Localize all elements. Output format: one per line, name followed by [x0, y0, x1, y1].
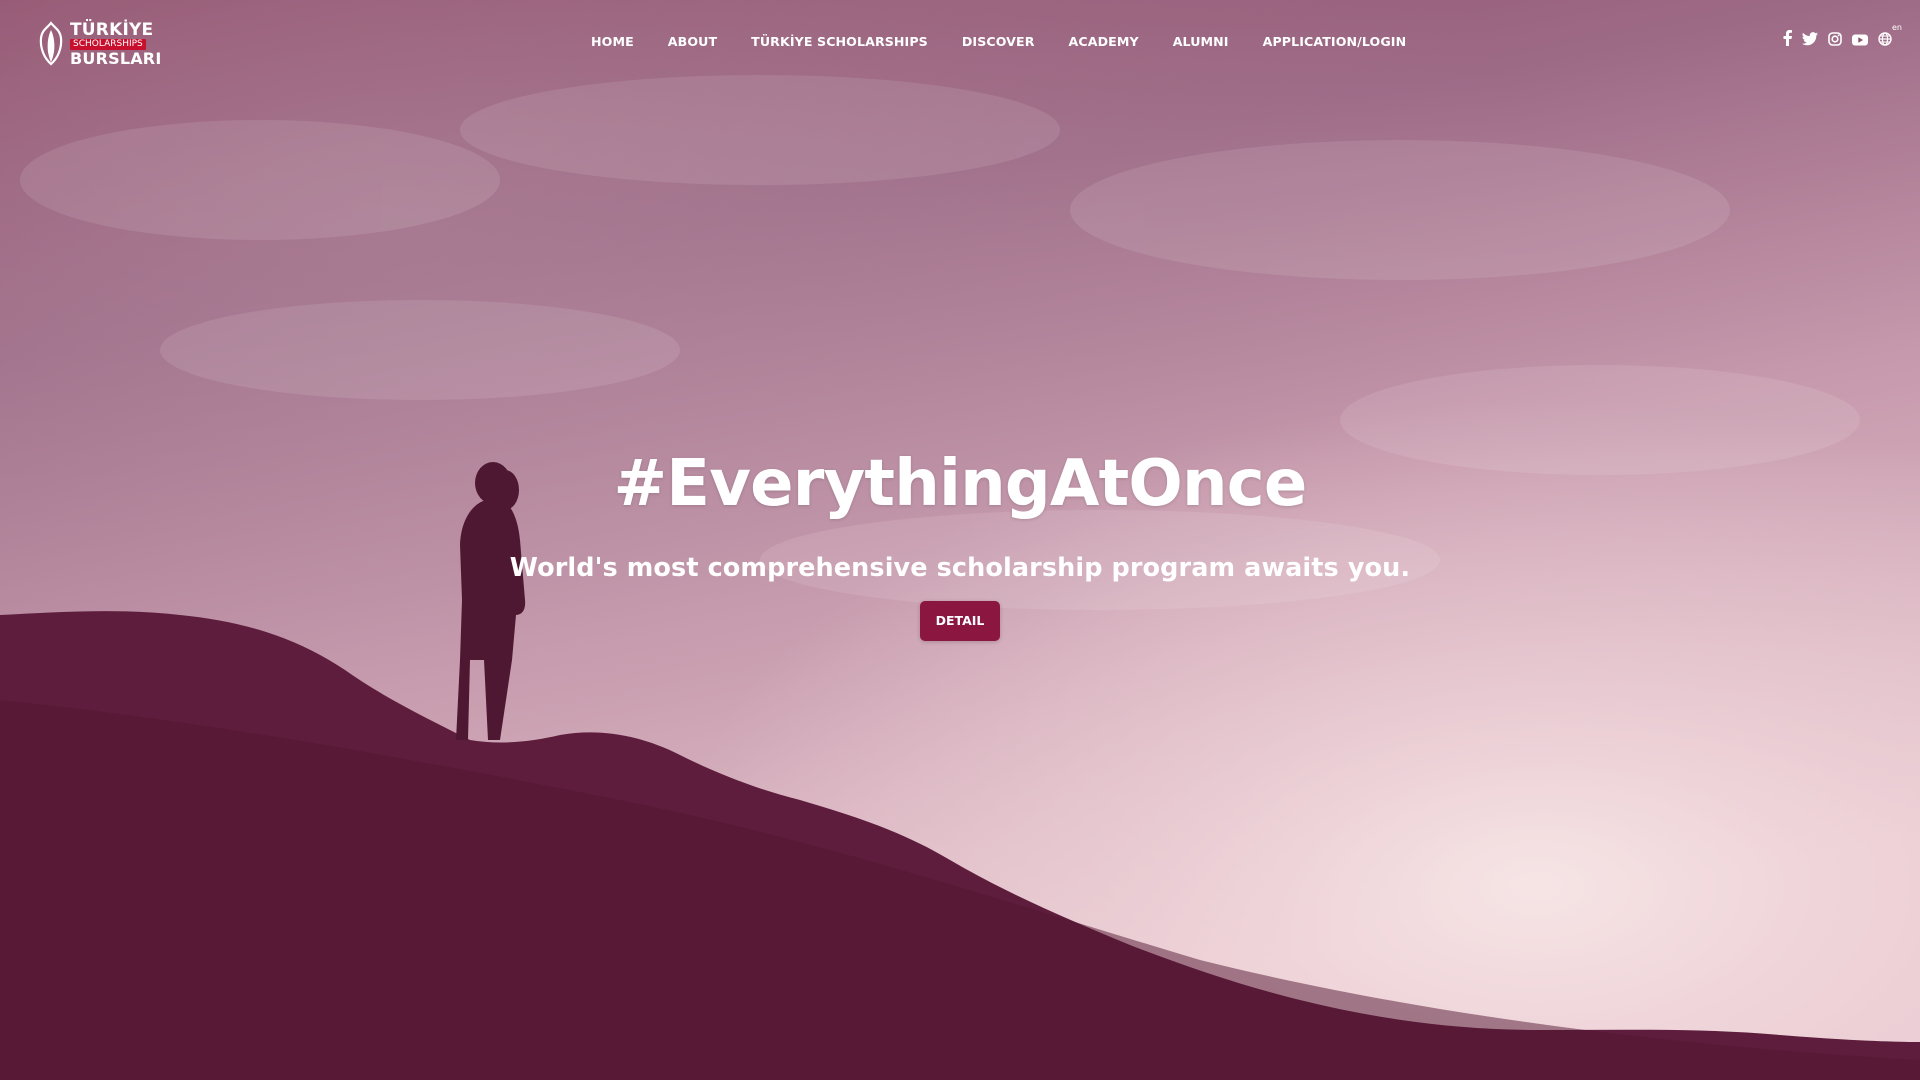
brand-line-1: TÜRKİYE: [70, 20, 154, 40]
globe-icon: [1878, 31, 1892, 46]
instagram-icon[interactable]: [1828, 31, 1842, 50]
language-code: en: [1892, 22, 1902, 32]
nav-item-application-login[interactable]: APPLICATION/LOGIN: [1263, 34, 1407, 49]
twitter-icon[interactable]: [1802, 31, 1818, 50]
detail-button[interactable]: DETAIL: [920, 601, 1000, 641]
social-links: en: [1783, 23, 1902, 50]
nav-item-alumni[interactable]: ALUMNI: [1173, 34, 1229, 49]
brand-line-3: BURSLARI: [70, 49, 162, 68]
youtube-icon[interactable]: [1852, 31, 1868, 50]
hero-title: #EverythingAtOnce: [613, 447, 1307, 521]
nav-item-about[interactable]: ABOUT: [668, 34, 717, 49]
site-header: TÜRKİYE SCHOLARSHIPS BURSLARI HOME ABOUT…: [0, 0, 1920, 82]
nav-item-discover[interactable]: DISCOVER: [962, 34, 1035, 49]
hero-section: #EverythingAtOnce World's most comprehen…: [0, 440, 1920, 641]
main-nav: HOME ABOUT TÜRKİYE SCHOLARSHIPS DISCOVER…: [591, 30, 1406, 52]
tulip-logo-icon: [39, 21, 63, 66]
nav-item-academy[interactable]: ACADEMY: [1069, 34, 1139, 49]
hero-subtitle: World's most comprehensive scholarship p…: [509, 553, 1411, 583]
nav-item-turkiye-scholarships[interactable]: TÜRKİYE SCHOLARSHIPS: [751, 34, 928, 49]
brand-logo[interactable]: TÜRKİYE SCHOLARSHIPS BURSLARI: [36, 20, 161, 67]
nav-item-home[interactable]: HOME: [591, 34, 634, 49]
language-selector[interactable]: en: [1878, 23, 1902, 50]
facebook-icon[interactable]: [1783, 30, 1792, 50]
